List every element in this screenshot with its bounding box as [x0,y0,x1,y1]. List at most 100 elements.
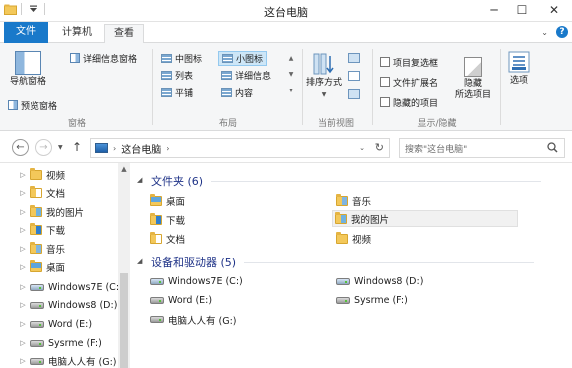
layout-tiles[interactable]: 平铺 [158,85,196,100]
hidden-items-toggle[interactable]: 隐藏的项目 [380,95,438,109]
nav-item-music[interactable]: ▷ 音乐 [0,240,65,258]
group-by-icon[interactable] [348,53,360,63]
nav-item-drive-g[interactable]: ▷ 电脑人人有 (G:) [0,352,116,368]
expand-arrow-icon[interactable]: ▷ [16,357,30,365]
back-button[interactable]: ← [12,139,29,156]
search-icon[interactable] [547,142,558,156]
expand-arrow-icon[interactable]: ▷ [16,301,30,309]
drive-item-d[interactable]: Windows8 (D:) [334,273,423,290]
folder-item-desktop[interactable]: 桌面 [148,192,185,209]
folder-item-pictures[interactable]: 我的图片 [332,210,518,227]
layout-content-label: 内容 [235,89,254,99]
layout-scroll-arrows[interactable]: ▲ ▼ ▾ [286,51,296,101]
address-dropdown-chevron-icon[interactable]: ⌄ [359,144,365,152]
minimize-button[interactable]: ─ [480,0,508,20]
refresh-icon[interactable]: ↻ [375,141,384,154]
sort-by-button[interactable]: 排序方式 ▼ [304,53,344,100]
expand-arrow-icon[interactable]: ▷ [16,208,30,216]
nav-item-pictures[interactable]: ▷ 我的图片 [0,203,84,221]
section-divider [211,180,542,182]
folders-section-header[interactable]: 文件夹 (6) [151,173,542,189]
drive-item-f[interactable]: Sysrme (F:) [334,292,408,309]
expand-arrow-icon[interactable]: ▷ [16,320,30,328]
drive-item-e[interactable]: Word (E:) [148,292,212,309]
collapse-folders-chevron-icon[interactable]: ◢ [137,176,142,184]
recent-locations-chevron-icon[interactable]: ▼ [58,144,63,151]
expand-arrow-icon[interactable]: ▷ [16,245,30,253]
folder-label: 文档 [166,234,186,246]
up-button[interactable]: ↑ [72,140,82,154]
checkbox[interactable] [380,77,390,87]
list-icon [161,71,172,80]
checkbox[interactable] [380,57,390,67]
drive-icon [30,301,44,309]
nav-pane-button[interactable]: 导航窗格 [8,51,48,88]
nav-item-downloads[interactable]: ▷ 下载 [0,221,65,239]
nav-item-drive-e[interactable]: ▷ Word (E:) [0,315,92,333]
drive-item-g[interactable]: 电脑人人有 (G:) [148,311,237,328]
folder-item-music[interactable]: 音乐 [334,192,371,209]
window-controls: ─ ☐ ✕ [480,0,572,20]
hide-selected-button[interactable]: 隐藏 所选项目 [450,57,496,101]
breadcrumb-separator-icon: › [166,143,170,153]
layout-list[interactable]: 列表 [158,68,196,83]
item-checkboxes-toggle[interactable]: 项目复选框 [380,55,438,69]
add-columns-icon[interactable] [348,71,360,81]
nav-item-drive-f[interactable]: ▷ Sysrme (F:) [0,334,102,352]
address-bar[interactable]: › 这台电脑 › ⌄ ↻ [90,138,390,158]
tab-file[interactable]: 文件 [4,22,48,43]
layout-group-label: 布局 [218,119,237,129]
options-button[interactable]: 选项 [504,51,534,87]
expand-arrow-icon[interactable]: ▷ [16,263,30,271]
layout-content[interactable]: 内容 [218,85,256,100]
nav-item-desktop[interactable]: ▷ 桌面 [0,258,65,276]
folder-item-documents[interactable]: 文档 [148,230,185,247]
expand-arrow-icon[interactable]: ▷ [16,226,30,234]
file-extensions-label: 文件扩展名 [393,78,439,89]
drive-item-c[interactable]: Windows7E (C:) [148,273,243,290]
nav-item-drive-d[interactable]: ▷ Windows8 (D:) [0,296,117,314]
file-extensions-toggle[interactable]: 文件扩展名 [380,75,438,89]
forward-button[interactable]: → [35,139,52,156]
size-columns-icon[interactable] [348,89,360,99]
expand-arrow-icon[interactable]: ▷ [16,283,30,291]
layout-small-icons[interactable]: 小图标 [218,51,268,66]
maximize-button[interactable]: ☐ [508,0,536,20]
scroll-up-arrow-icon[interactable]: ▲ [118,165,130,173]
drives-section-header[interactable]: 设备和驱动器 (5) [151,254,535,270]
ribbon-tabs: 文件 计算机 查看 ⌄ ? [0,22,572,44]
item-checkboxes-label: 项目复选框 [393,58,439,69]
checkbox[interactable] [380,97,390,107]
layout-medium-icons[interactable]: 中图标 [158,51,205,66]
nav-item-label: Sysrme (F:) [48,337,102,349]
nav-pane-scrollbar[interactable]: ▲ [118,163,130,368]
chevron-down-icon[interactable]: ⌄ [541,28,548,37]
help-icon[interactable]: ? [556,26,568,38]
expand-arrow-icon[interactable]: ▷ [16,189,30,197]
details-pane-button[interactable]: 详细信息窗格 [70,51,137,65]
show-hide-group-label: 显示/隐藏 [417,119,457,129]
folder-item-downloads[interactable]: 下载 [148,211,185,228]
tab-view[interactable]: 查看 [104,24,144,44]
expand-arrow-icon[interactable]: ▷ [16,171,30,179]
tiles-icon [161,88,172,97]
breadcrumb-item[interactable]: 这台电脑 [121,141,161,156]
tab-computer[interactable]: 计算机 [53,24,101,43]
layout-details[interactable]: 详细信息 [218,68,274,83]
nav-item-videos[interactable]: ▷ 视频 [0,166,65,184]
scrollbar-thumb[interactable] [120,273,128,368]
close-button[interactable]: ✕ [536,0,572,20]
search-input[interactable]: 搜索"这台电脑" [399,138,565,158]
arrow-right-icon: → [39,142,48,153]
nav-item-drive-c[interactable]: ▷ Windows7E (C:) [0,278,122,296]
expand-arrow-icon[interactable]: ▷ [16,339,30,347]
nav-item-documents[interactable]: ▷ 文档 [0,184,65,202]
nav-item-label: 文档 [46,189,66,200]
title-bar: 这台电脑 ─ ☐ ✕ [0,0,572,22]
collapse-drives-chevron-icon[interactable]: ◢ [137,257,142,265]
preview-pane-button[interactable]: 预览窗格 [8,98,57,112]
hide-selected-icon [464,57,482,77]
folder-item-videos[interactable]: 视频 [334,230,371,247]
search-placeholder: 搜索"这台电脑" [405,144,468,155]
navigation-bar: ← → ▼ ↑ › 这台电脑 › ⌄ ↻ 搜索"这台电脑" [0,131,572,163]
